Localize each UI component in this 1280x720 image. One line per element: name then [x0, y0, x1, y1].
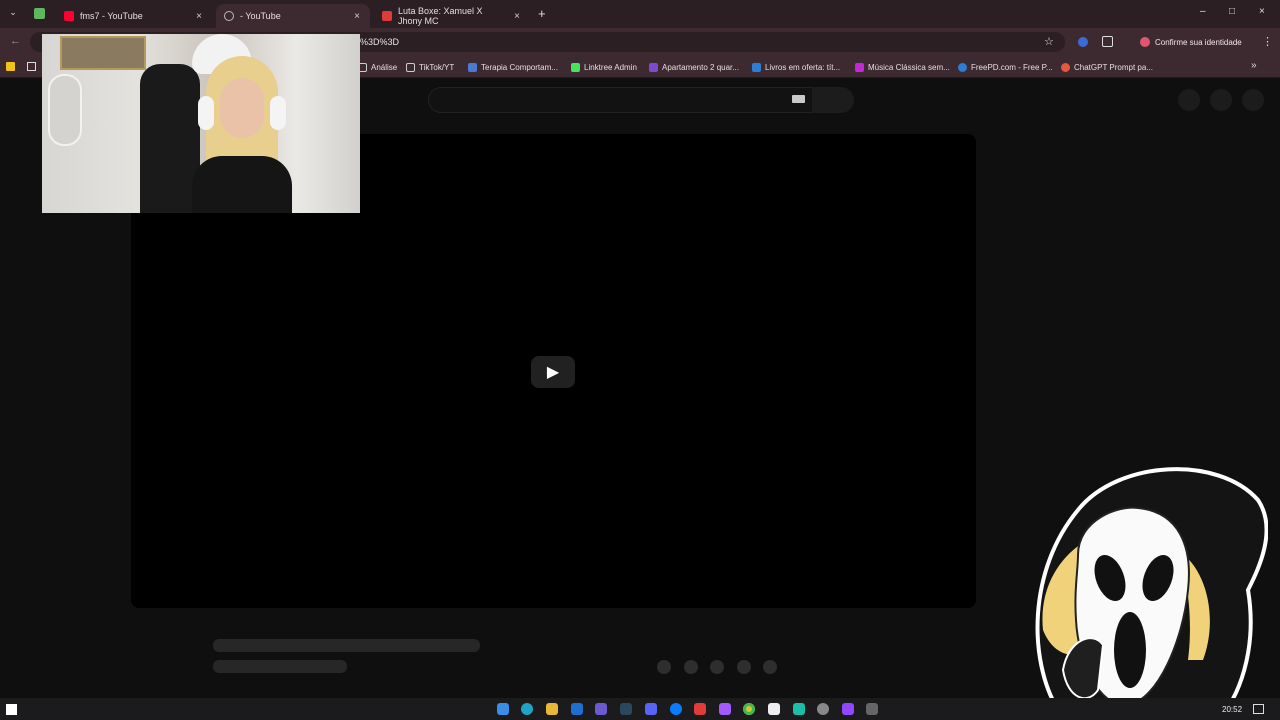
twitch-icon[interactable] — [842, 703, 854, 715]
ghostface-mascot — [1035, 467, 1268, 720]
action-skeleton — [763, 660, 777, 674]
news-icon — [382, 11, 392, 21]
youtube-icon — [64, 11, 74, 21]
bookmark-tiktok-yt[interactable]: TikTok/YT — [406, 60, 454, 74]
bookmark-freepd[interactable]: FreePD.com - Free P... — [958, 60, 1053, 74]
notifications-center-icon[interactable] — [1253, 704, 1264, 714]
notifications-icon[interactable] — [1210, 89, 1232, 111]
minimize-button[interactable]: – — [1200, 6, 1206, 17]
clock[interactable]: 20:52 — [1222, 705, 1242, 714]
bookmark-analise[interactable]: Análise — [358, 60, 397, 74]
tab-label: - YouTube — [240, 11, 281, 21]
browser-menu-button[interactable]: ⋮ — [1262, 35, 1273, 48]
workspaces-icon[interactable] — [34, 8, 45, 19]
discord-icon[interactable] — [645, 703, 657, 715]
action-skeleton — [657, 660, 671, 674]
bookmark-terapia[interactable]: Terapia Comportam... — [468, 60, 558, 74]
mirror — [48, 74, 82, 146]
close-tab-icon[interactable]: × — [514, 11, 520, 22]
webcam-overlay — [42, 34, 360, 213]
site-icon — [468, 62, 477, 72]
windows-taskbar — [0, 698, 1280, 720]
tab-fms7[interactable]: fms7 - YouTube × — [56, 4, 212, 28]
play-icon: ▶ — [546, 364, 560, 381]
action-skeleton — [710, 660, 724, 674]
action-skeleton — [684, 660, 698, 674]
messenger-icon[interactable] — [670, 703, 682, 715]
app-teal-icon[interactable] — [793, 703, 805, 715]
profile-icon — [1140, 37, 1150, 47]
search-button[interactable] — [812, 87, 854, 113]
tab-label: Luta Boxe: Xamuel X Jhony MC — [398, 6, 483, 26]
figma-icon[interactable] — [719, 703, 731, 715]
edge-icon[interactable] — [521, 703, 533, 715]
info-icon — [958, 62, 967, 72]
maximize-button[interactable]: □ — [1229, 6, 1235, 17]
search-input[interactable] — [428, 87, 813, 113]
more-bookmarks-button[interactable]: » — [1251, 60, 1257, 71]
outlook-icon[interactable] — [571, 703, 583, 715]
bookmark-label: TikTok/YT — [419, 62, 455, 72]
avatar[interactable] — [1242, 89, 1264, 111]
linktree-icon — [571, 62, 580, 72]
title-skeleton — [213, 639, 480, 652]
bookmark-linktree[interactable]: Linktree Admin — [571, 60, 637, 74]
headphones-icon — [198, 96, 214, 130]
bookmark-label: Análise — [371, 62, 398, 72]
bookmark-label: Apartamento 2 quar... — [662, 62, 739, 72]
close-tab-icon[interactable]: × — [354, 11, 360, 22]
tab-youtube-active[interactable]: - YouTube × — [216, 4, 370, 28]
start-icon[interactable] — [6, 704, 17, 715]
site-icon — [752, 62, 761, 72]
bookmark-label: Terapia Comportam... — [481, 62, 558, 72]
bookmark-musica[interactable]: Música Clássica sem... — [855, 60, 950, 74]
identity-label: Confirme sua identidade — [1155, 37, 1242, 47]
bookmark-label: ChatGPT Prompt pa... — [1074, 62, 1153, 72]
steam-icon[interactable] — [620, 703, 632, 715]
close-tab-icon[interactable]: × — [196, 11, 202, 22]
file-explorer-icon[interactable] — [546, 703, 558, 715]
chrome-icon[interactable] — [743, 703, 755, 715]
bookmark-chatgpt[interactable]: ChatGPT Prompt pa... — [1061, 60, 1153, 74]
new-tab-button[interactable]: + — [538, 6, 546, 21]
app-red-icon[interactable] — [694, 703, 706, 715]
back-button[interactable]: ← — [10, 35, 21, 47]
identity-button[interactable]: Confirme sua identidade — [1134, 32, 1252, 52]
subtitle-skeleton — [213, 660, 347, 673]
keyboard-icon[interactable] — [792, 95, 805, 103]
settings-icon[interactable] — [817, 703, 829, 715]
tab-luta-boxe[interactable]: Luta Boxe: Xamuel X Jhony MC × — [374, 4, 530, 28]
site-icon — [1061, 62, 1070, 72]
app-icon[interactable] — [595, 703, 607, 715]
copilot-icon[interactable] — [497, 703, 509, 715]
play-button[interactable]: ▶ — [531, 356, 575, 388]
bookmark-label: Linktree Admin — [584, 62, 637, 72]
tab-search-button[interactable]: ⌄ — [6, 7, 20, 21]
loading-icon — [224, 11, 234, 21]
apps-grid-icon[interactable] — [27, 62, 36, 71]
close-window-button[interactable]: × — [1259, 6, 1265, 17]
bookmark-label: FreePD.com - Free P... — [971, 62, 1053, 72]
address-text: %3D%3D — [360, 37, 400, 47]
bookmark-label: Música Clássica sem... — [868, 62, 950, 72]
create-icon[interactable] — [1178, 89, 1200, 111]
extension-icon[interactable] — [1078, 37, 1088, 47]
site-icon — [649, 62, 658, 72]
tab-label: fms7 - YouTube — [80, 11, 143, 21]
play-icon — [855, 62, 864, 72]
folder-icon — [406, 62, 415, 72]
wall-frame — [60, 36, 146, 70]
person — [182, 56, 302, 213]
bookmark-livros[interactable]: Livros em oferta: tít... — [752, 60, 840, 74]
capcut-icon[interactable] — [768, 703, 780, 715]
bookmark-label: Livros em oferta: tít... — [765, 62, 841, 72]
bookmark-yellow-icon[interactable] — [6, 62, 15, 71]
action-skeleton — [737, 660, 751, 674]
calculator-icon[interactable] — [866, 703, 878, 715]
bookmark-apartamento[interactable]: Apartamento 2 quar... — [649, 60, 739, 74]
bookmark-star-icon[interactable]: ☆ — [1044, 35, 1054, 48]
extensions-puzzle-icon[interactable] — [1102, 36, 1113, 47]
